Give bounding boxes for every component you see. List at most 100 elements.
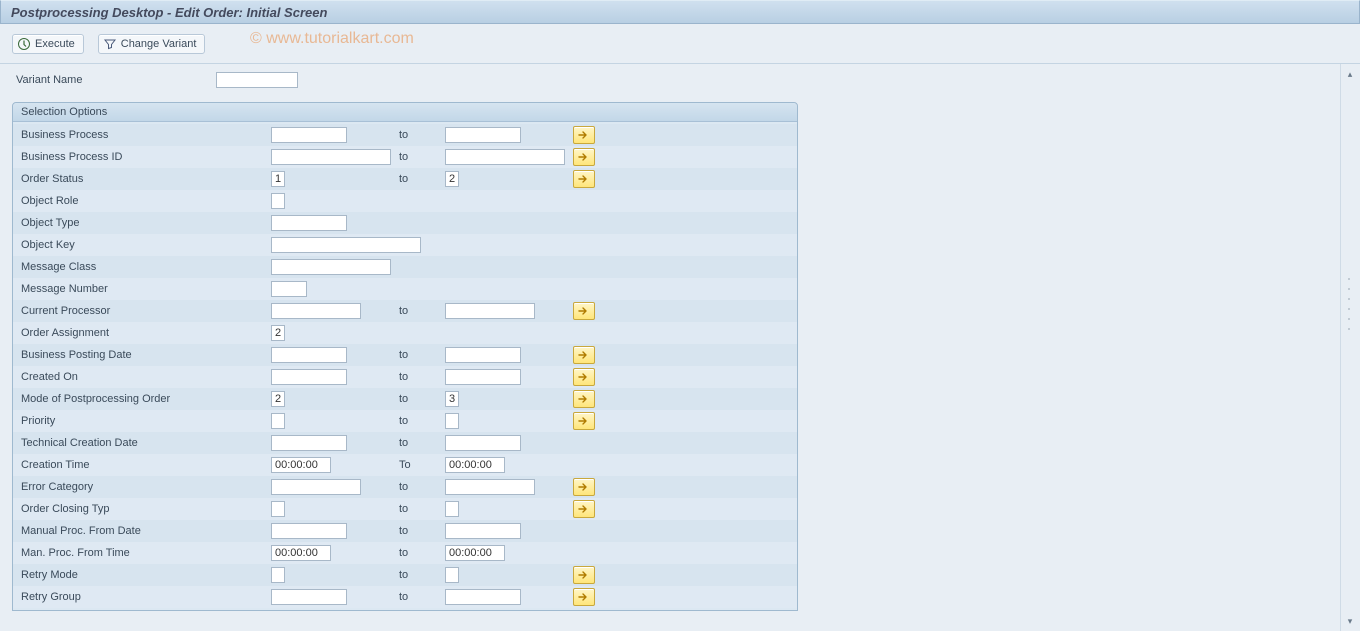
technical-creation-date-label: Technical Creation Date (19, 437, 271, 449)
current-processor-multiple-selection-button[interactable] (573, 302, 595, 320)
creation-time-to-label: To (399, 459, 445, 471)
error-category-multiple-selection-button[interactable] (573, 478, 595, 496)
current-processor-to-input[interactable] (445, 303, 535, 319)
business-posting-date-multiple-selection-button[interactable] (573, 346, 595, 364)
order-closing-typ-from-input[interactable] (271, 501, 285, 517)
technical-creation-date-to-input[interactable] (445, 435, 521, 451)
current-processor-to-label: to (399, 305, 445, 317)
message-class-from-input[interactable] (271, 259, 391, 275)
arrow-right-icon (578, 306, 590, 316)
mode-postproc-order-multiple-selection-button[interactable] (573, 390, 595, 408)
man-proc-from-time-to-label: to (399, 547, 445, 559)
retry-group-multiple-selection-button[interactable] (573, 588, 595, 606)
variant-name-label: Variant Name (16, 74, 216, 86)
row-creation-time: Creation TimeTo (13, 454, 797, 476)
priority-multiple-selection-button[interactable] (573, 412, 595, 430)
business-process-id-label: Business Process ID (19, 151, 271, 163)
toolbar: Execute Change Variant © www.tutorialkar… (0, 24, 1360, 64)
message-number-from-input[interactable] (271, 281, 307, 297)
retry-group-from-input[interactable] (271, 589, 347, 605)
manual-proc-from-date-from-input[interactable] (271, 523, 347, 539)
arrow-right-icon (578, 570, 590, 580)
object-role-from-input[interactable] (271, 193, 285, 209)
business-process-id-from-input[interactable] (271, 149, 391, 165)
created-on-from-input[interactable] (271, 369, 347, 385)
mode-postproc-order-label: Mode of Postprocessing Order (19, 393, 271, 405)
business-process-from-input[interactable] (271, 127, 347, 143)
object-type-label: Object Type (19, 217, 271, 229)
object-key-from-input[interactable] (271, 237, 421, 253)
row-business-process-id: Business Process IDto (13, 146, 797, 168)
row-priority: Priority to (13, 410, 797, 432)
change-variant-button[interactable]: Change Variant (98, 34, 206, 54)
manual-proc-from-date-to-input[interactable] (445, 523, 521, 539)
row-object-type: Object Type (13, 212, 797, 234)
arrow-right-icon (578, 152, 590, 162)
row-order-assignment: Order Assignment (13, 322, 797, 344)
order-assignment-label: Order Assignment (19, 327, 271, 339)
retry-group-to-input[interactable] (445, 589, 521, 605)
creation-time-to-input[interactable] (445, 457, 505, 473)
order-closing-typ-to-label: to (399, 503, 445, 515)
order-closing-typ-multiple-selection-button[interactable] (573, 500, 595, 518)
scroll-up-arrow[interactable]: ▴ (1342, 66, 1358, 82)
mode-postproc-order-to-input[interactable] (445, 391, 459, 407)
error-category-from-input[interactable] (271, 479, 361, 495)
vertical-scrollbar[interactable]: ▴ ▾ (1340, 64, 1358, 631)
order-assignment-from-input[interactable] (271, 325, 285, 341)
error-category-to-input[interactable] (445, 479, 535, 495)
man-proc-from-time-from-input[interactable] (271, 545, 331, 561)
order-closing-typ-to-input[interactable] (445, 501, 459, 517)
business-posting-date-to-label: to (399, 349, 445, 361)
scroll-down-arrow[interactable]: ▾ (1342, 613, 1358, 629)
priority-label: Priority (19, 415, 271, 427)
business-process-id-to-input[interactable] (445, 149, 565, 165)
arrow-right-icon (578, 350, 590, 360)
retry-mode-label: Retry Mode (19, 569, 271, 581)
row-message-number: Message Number (13, 278, 797, 300)
technical-creation-date-from-input[interactable] (271, 435, 347, 451)
row-current-processor: Current Processorto (13, 300, 797, 322)
arrow-right-icon (578, 592, 590, 602)
arrow-right-icon (578, 416, 590, 426)
retry-mode-multiple-selection-button[interactable] (573, 566, 595, 584)
order-status-to-input[interactable] (445, 171, 459, 187)
variant-name-input[interactable] (216, 72, 298, 88)
business-process-label: Business Process (19, 129, 271, 141)
retry-mode-to-input[interactable] (445, 567, 459, 583)
row-order-status: Order Statusto (13, 168, 797, 190)
retry-group-label: Retry Group (19, 591, 271, 603)
current-processor-from-input[interactable] (271, 303, 361, 319)
arrow-right-icon (578, 504, 590, 514)
row-mode-postproc-order: Mode of Postprocessing Orderto (13, 388, 797, 410)
execute-button[interactable]: Execute (12, 34, 84, 54)
row-error-category: Error Categoryto (13, 476, 797, 498)
arrow-right-icon (578, 394, 590, 404)
man-proc-from-time-to-input[interactable] (445, 545, 505, 561)
priority-to-label: to (399, 415, 445, 427)
created-on-multiple-selection-button[interactable] (573, 368, 595, 386)
order-status-from-input[interactable] (271, 171, 285, 187)
business-posting-date-from-input[interactable] (271, 347, 347, 363)
scrollbar-grip[interactable] (1343, 274, 1355, 334)
business-process-multiple-selection-button[interactable] (573, 126, 595, 144)
object-key-label: Object Key (19, 239, 271, 251)
retry-mode-from-input[interactable] (271, 567, 285, 583)
row-object-key: Object Key (13, 234, 797, 256)
row-technical-creation-date: Technical Creation Dateto (13, 432, 797, 454)
created-on-to-input[interactable] (445, 369, 521, 385)
business-process-to-input[interactable] (445, 127, 521, 143)
object-type-from-input[interactable] (271, 215, 347, 231)
mode-postproc-order-from-input[interactable] (271, 391, 285, 407)
title-bar: Postprocessing Desktop - Edit Order: Ini… (0, 0, 1360, 24)
row-business-posting-date: Business Posting Dateto (13, 344, 797, 366)
arrow-right-icon (578, 130, 590, 140)
content-area: Variant Name Selection Options Business … (0, 64, 1360, 631)
priority-to-input[interactable] (445, 413, 459, 429)
business-posting-date-to-input[interactable] (445, 347, 521, 363)
order-status-multiple-selection-button[interactable] (573, 170, 595, 188)
creation-time-from-input[interactable] (271, 457, 331, 473)
arrow-right-icon (578, 174, 590, 184)
business-process-id-multiple-selection-button[interactable] (573, 148, 595, 166)
priority-from-input[interactable] (271, 413, 285, 429)
